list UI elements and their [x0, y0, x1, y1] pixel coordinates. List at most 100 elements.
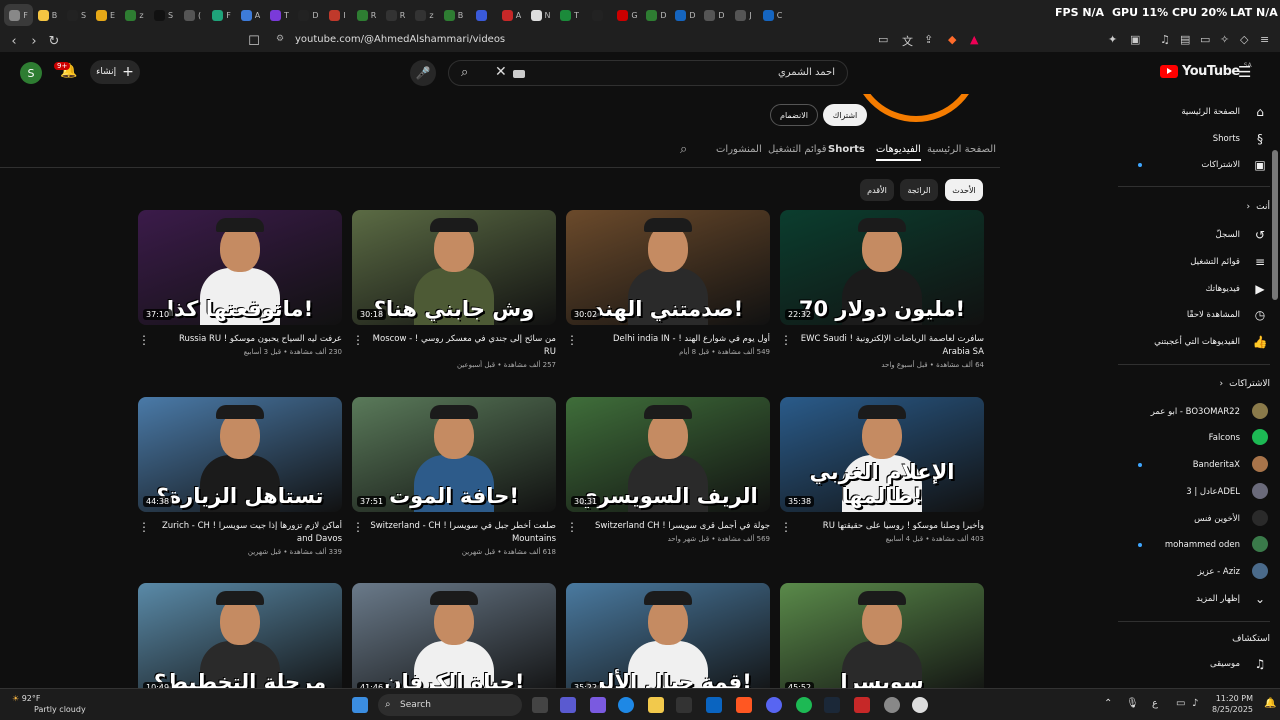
create-button[interactable]: إنشاء +: [90, 60, 140, 84]
channel-search-icon[interactable]: ⌕: [680, 142, 687, 157]
sidebar-show-more[interactable]: إظهار المزيد ⌄: [1120, 587, 1270, 611]
outlook-icon[interactable]: [706, 697, 722, 713]
video-thumbnail[interactable]: وش جابني هنا؟ 30:18: [352, 210, 556, 325]
video-thumbnail[interactable]: الريف السويسري 30:31: [566, 397, 770, 512]
task-view-icon[interactable]: [532, 697, 548, 713]
discord-icon[interactable]: [766, 697, 782, 713]
sidebar-item-history[interactable]: السجلّ ↺: [1120, 223, 1270, 247]
language-indicator[interactable]: ع: [1152, 698, 1158, 709]
browser-tab[interactable]: z: [410, 4, 439, 26]
brave-shield-icon[interactable]: ◆: [948, 33, 956, 46]
sidebar-subscription[interactable]: mohammed oden: [1120, 533, 1270, 557]
brave-icon[interactable]: [736, 697, 752, 713]
browser-tab[interactable]: S: [62, 4, 91, 26]
browser-tab[interactable]: E: [91, 4, 120, 26]
reload-icon[interactable]: ↻: [44, 34, 64, 49]
subscribe-button[interactable]: اشتراك: [823, 104, 867, 126]
sidebar-subscription[interactable]: BanderitaX: [1120, 453, 1270, 477]
back-icon[interactable]: ‹: [4, 34, 24, 49]
obs-icon[interactable]: [912, 697, 928, 713]
browser-tab[interactable]: S: [149, 4, 178, 26]
join-button[interactable]: الانضمام: [770, 104, 818, 126]
sidebar-subscription[interactable]: Falcons: [1120, 426, 1270, 450]
browser-tab[interactable]: D: [294, 4, 323, 26]
search-box[interactable]: ⌕ ✕ احمد الشمري: [448, 60, 848, 86]
url-field[interactable]: youtube.com/@AhmedAlshammari/videos: [295, 34, 505, 45]
browser-tab[interactable]: D: [671, 4, 700, 26]
video-title[interactable]: من سائح إلى جندي في معسكر روسي ! - Mosco…: [352, 333, 556, 359]
browser-tab[interactable]: B: [33, 4, 62, 26]
forward-icon[interactable]: ›: [24, 34, 44, 49]
browser-tab[interactable]: J: [729, 4, 758, 26]
browser-tab[interactable]: R: [352, 4, 381, 26]
edge-icon[interactable]: [618, 697, 634, 713]
notification-center-icon[interactable]: 🔔: [1264, 698, 1276, 709]
site-info-icon[interactable]: ⚙: [276, 34, 284, 44]
video-thumbnail[interactable]: 70 مليون دولار! 22:32: [780, 210, 984, 325]
browser-tab[interactable]: [468, 4, 497, 26]
browser-tab[interactable]: z: [120, 4, 149, 26]
sidebar-item-liked[interactable]: الفيديوهات التي أعجبتني 👍: [1120, 330, 1270, 354]
video-title[interactable]: عرفت ليه السياح يحبون موسكو ! Russia RU: [138, 333, 342, 346]
app-icon[interactable]: [854, 697, 870, 713]
cast-icon[interactable]: ▭: [878, 33, 888, 46]
video-card[interactable]: صدمتني الهند! 30:02 ⋮ أول يوم في شوارع الهن…: [566, 210, 770, 356]
leo-icon[interactable]: ✧: [1220, 33, 1229, 46]
mic-tray-icon[interactable]: 🎙: [1126, 698, 1139, 709]
steam-icon[interactable]: [824, 697, 840, 713]
video-thumbnail[interactable]: مرحلة التخطيط؟10:49: [138, 583, 342, 698]
more-actions-icon[interactable]: ⋮: [138, 520, 150, 534]
video-card[interactable]: الريف السويسري 30:31 ⋮ جولة في أجمل قرى سوي…: [566, 397, 770, 543]
scrollbar-thumb[interactable]: [1272, 150, 1278, 300]
video-thumbnail[interactable]: ماتوقعتها كذا! 37:10: [138, 210, 342, 325]
video-title[interactable]: أول يوم في شوارع الهند ! - Delhi india I…: [566, 333, 770, 346]
filter-latest[interactable]: الأحدث: [945, 179, 983, 201]
browser-tab[interactable]: A: [497, 4, 526, 26]
browser-tab[interactable]: D: [700, 4, 729, 26]
tab-home[interactable]: الصفحة الرئيسية: [927, 144, 996, 155]
sidebar-you-header[interactable]: › أنت: [1120, 202, 1270, 212]
extensions-icon[interactable]: ✦: [1108, 33, 1117, 46]
browser-tab[interactable]: A: [236, 4, 265, 26]
account-avatar[interactable]: S: [20, 62, 42, 84]
browser-tab[interactable]: R: [381, 4, 410, 26]
network-icon[interactable]: ▭: [1176, 698, 1185, 709]
rewards-icon[interactable]: ▲: [970, 33, 978, 46]
video-title[interactable]: وأخيرا وصلنا موسكو ! روسيا على حقيقتها R…: [780, 520, 984, 533]
more-actions-icon[interactable]: ⋮: [566, 333, 578, 347]
browser-menu-icon[interactable]: ≡: [1260, 33, 1269, 46]
video-thumbnail[interactable]: صدمتني الهند! 30:02: [566, 210, 770, 325]
browser-tab[interactable]: N: [526, 4, 555, 26]
video-title[interactable]: صلعت أخطر جبل في سويسرا ! Switzerland - …: [352, 520, 556, 546]
filter-oldest[interactable]: الأقدم: [860, 179, 894, 201]
more-actions-icon[interactable]: ⋮: [138, 333, 150, 347]
video-title[interactable]: جولة في أجمل قرى سويسرا ! Switzerland CH: [566, 520, 770, 533]
sidebar-item-home[interactable]: الصفحة الرئيسية ⌂: [1120, 100, 1270, 124]
start-icon[interactable]: [352, 697, 368, 713]
sidebar-item-watch-later[interactable]: المشاهدة لاحقًا ◷: [1120, 303, 1270, 327]
share-icon[interactable]: ⇪: [924, 33, 933, 46]
taskbar-search[interactable]: ⌕ Search: [378, 694, 522, 716]
sidebar-item-your-videos[interactable]: فيديوهاتك ▶: [1120, 277, 1270, 301]
store-icon[interactable]: [676, 697, 692, 713]
sidebar-subscription[interactable]: الأخوين فنس: [1120, 507, 1270, 531]
browser-tab[interactable]: B: [439, 4, 468, 26]
video-thumbnail[interactable]: الإعلام الغربي ظالمها! 35:38: [780, 397, 984, 512]
reader-icon[interactable]: ▤: [1180, 33, 1190, 46]
video-card[interactable]: 70 مليون دولار! 22:32 ⋮ سافرت لعاصمة الرياض…: [780, 210, 984, 369]
voice-search-button[interactable]: 🎤: [410, 60, 436, 86]
video-card[interactable]: تستاهل الزيارة؟ 44:38 ⋮ أماكن لازم تزورها إ…: [138, 397, 342, 556]
video-card[interactable]: حافة الموت! 37:51 ⋮ صلعت أخطر جبل في سويسرا…: [352, 397, 556, 556]
system-clock[interactable]: 11:20 PM 8/25/2025: [1212, 693, 1253, 715]
sidebar-subscription[interactable]: ابو عمر - BO3OMAR22: [1120, 400, 1270, 424]
more-actions-icon[interactable]: ⋮: [566, 520, 578, 534]
browser-tab[interactable]: F: [207, 4, 236, 26]
sidebar-explore-header[interactable]: استكشاف: [1120, 634, 1270, 644]
video-card[interactable]: وش جابني هنا؟ 30:18 ⋮ من سائح إلى جندي في م…: [352, 210, 556, 369]
wallet-icon[interactable]: ▭: [1200, 33, 1210, 46]
tab-videos[interactable]: الفيديوهات: [876, 144, 921, 161]
sidebar-toggle-icon[interactable]: ▣: [1130, 33, 1140, 46]
browser-tab[interactable]: D: [642, 4, 671, 26]
tab-playlists[interactable]: قوائم التشغيل: [768, 144, 827, 155]
video-title[interactable]: أماكن لازم تزورها إذا جيت سويسرا ! Zuric…: [138, 520, 342, 546]
